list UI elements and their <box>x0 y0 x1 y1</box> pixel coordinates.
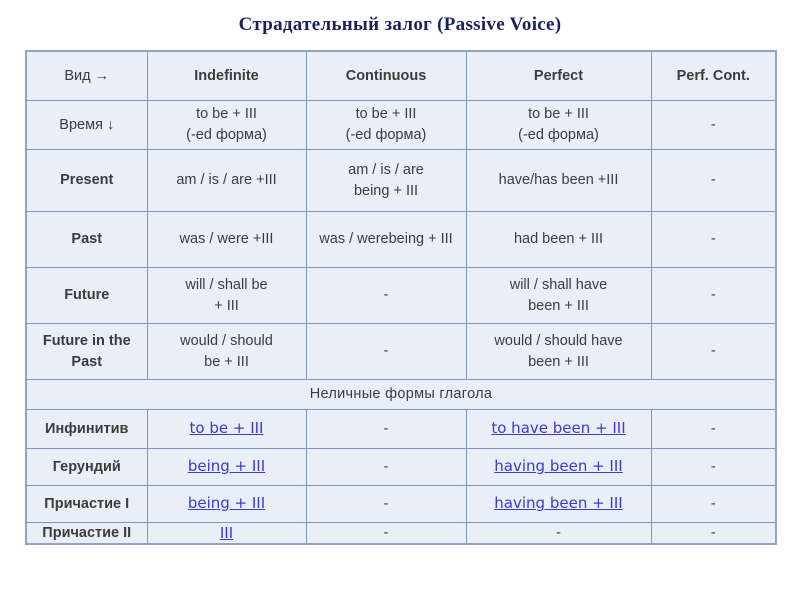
row-label: Инфинитив <box>25 409 148 449</box>
table-cell: - <box>650 323 777 380</box>
time-label: Время ↓ <box>25 100 148 150</box>
table-cell: III <box>146 522 307 545</box>
table-row-future: Future will / shall be + III - will / sha… <box>25 267 777 324</box>
link-being-iii[interactable]: being + III <box>188 494 265 512</box>
table-cell: - <box>650 100 777 150</box>
table-cell: - <box>650 409 777 449</box>
table-cell: being + III <box>146 448 307 486</box>
table-row-participle-2: Причастие II III - - - <box>25 522 777 545</box>
cell-line: being + III <box>353 182 419 199</box>
link-to-be-iii[interactable]: to be + III <box>190 419 264 437</box>
passive-voice-table: Вид → Indefinite Continuous Perfect Perf… <box>25 50 777 545</box>
table-cell: am / is / are being + III <box>305 149 467 212</box>
table-cell: - <box>465 522 652 545</box>
table-cell: have/has been +III <box>465 149 652 212</box>
link-iii[interactable]: III <box>220 524 233 542</box>
cell-line: will / shall have <box>509 276 608 293</box>
cell-line: would / should have <box>494 332 623 349</box>
cell-line: been + III <box>528 353 589 370</box>
table-row-past: Past was / were +III was / werebeing + I… <box>25 211 777 268</box>
table-cell: was / were +III <box>146 211 307 268</box>
table-cell: will / shall be + III <box>146 267 307 324</box>
table-row-participle-1: Причастие I being + III - having been + … <box>25 485 777 523</box>
table-cell: had been + III <box>465 211 652 268</box>
cell-line: to be + III <box>355 106 417 122</box>
table-cell: to be + III (-ed форма) <box>465 100 652 150</box>
column-header-indefinite: Indefinite <box>146 50 307 101</box>
row-label: Present <box>25 149 148 212</box>
table-cell: - <box>650 522 777 545</box>
row-label: Причастие II <box>25 522 148 545</box>
row-label: Герундий <box>25 448 148 486</box>
link-to-have-been-iii[interactable]: to have been + III <box>491 419 625 437</box>
section-row: Неличные формы глагола <box>25 379 777 410</box>
column-header-perfect: Perfect <box>465 50 652 101</box>
table-row-present: Present am / is / are +III am / is / are… <box>25 149 777 212</box>
table-cell: am / is / are +III <box>146 149 307 212</box>
cell-line: + III <box>214 297 239 314</box>
table-cell: would / should be + III <box>146 323 307 380</box>
table-row-infinitive: Инфинитив to be + III - to have been + I… <box>25 409 777 449</box>
section-heading: Неличные формы глагола <box>25 379 777 410</box>
cell-line: be + III <box>204 353 249 370</box>
table-cell: being + III <box>146 485 307 523</box>
table-cell: will / shall have been + III <box>465 267 652 324</box>
table-cell: - <box>305 522 467 545</box>
cell-line: to be + III <box>196 106 257 122</box>
table-row-future-in-the-past: Future in the Past would / should be + III… <box>25 323 777 380</box>
link-having-been-iii[interactable]: having been + III <box>494 494 622 512</box>
cell-line: (-ed форма) <box>518 127 599 143</box>
row-label: Past <box>25 211 148 268</box>
link-being-iii[interactable]: being + III <box>188 457 265 475</box>
cell-line: will / shall be <box>185 276 268 293</box>
table-cell: - <box>305 323 467 380</box>
column-header-perf-cont: Perf. Cont. <box>650 50 777 101</box>
cell-line: been + III <box>528 297 589 314</box>
cell-line: am / is / are <box>348 161 424 178</box>
table-cell: to be + III (-ed форма) <box>146 100 307 150</box>
table-cell: was / werebeing + III <box>305 211 467 268</box>
table-cell: - <box>305 409 467 449</box>
link-having-been-iii[interactable]: having been + III <box>494 457 622 475</box>
table-cell: - <box>650 448 777 486</box>
header-row: Вид → Indefinite Continuous Perfect Perf… <box>25 50 777 101</box>
table-cell: - <box>650 267 777 324</box>
table-cell: to be + III (-ed форма) <box>305 100 467 150</box>
table-cell: - <box>650 485 777 523</box>
row-label: Future in the Past <box>25 323 148 380</box>
cell-line: to be + III <box>528 106 589 122</box>
cell-line: (-ed форма) <box>186 127 267 143</box>
row-label: Future <box>25 267 148 324</box>
table-cell: to be + III <box>146 409 307 449</box>
table-cell: would / should have been + III <box>465 323 652 380</box>
table-row-gerund: Герундий being + III - having been + III… <box>25 448 777 486</box>
table-cell: having been + III <box>465 485 652 523</box>
time-row: Время ↓ to be + III (-ed форма) to be + I… <box>25 100 777 150</box>
label-line: Future in the <box>42 332 131 349</box>
table-cell: - <box>650 149 777 212</box>
table-cell: - <box>305 267 467 324</box>
table-cell: - <box>305 448 467 486</box>
column-header-continuous: Continuous <box>305 50 467 101</box>
corner-label: Вид → <box>25 50 148 101</box>
table-cell: - <box>305 485 467 523</box>
table-cell: to have been + III <box>465 409 652 449</box>
cell-line: (-ed форма) <box>345 127 427 143</box>
row-label: Причастие I <box>25 485 148 523</box>
page-title: Страдательный залог (Passive Voice) <box>238 14 562 35</box>
label-line: Past <box>71 353 103 370</box>
table-cell: having been + III <box>465 448 652 486</box>
cell-line: would / should <box>180 332 273 349</box>
table-cell: - <box>650 211 777 268</box>
